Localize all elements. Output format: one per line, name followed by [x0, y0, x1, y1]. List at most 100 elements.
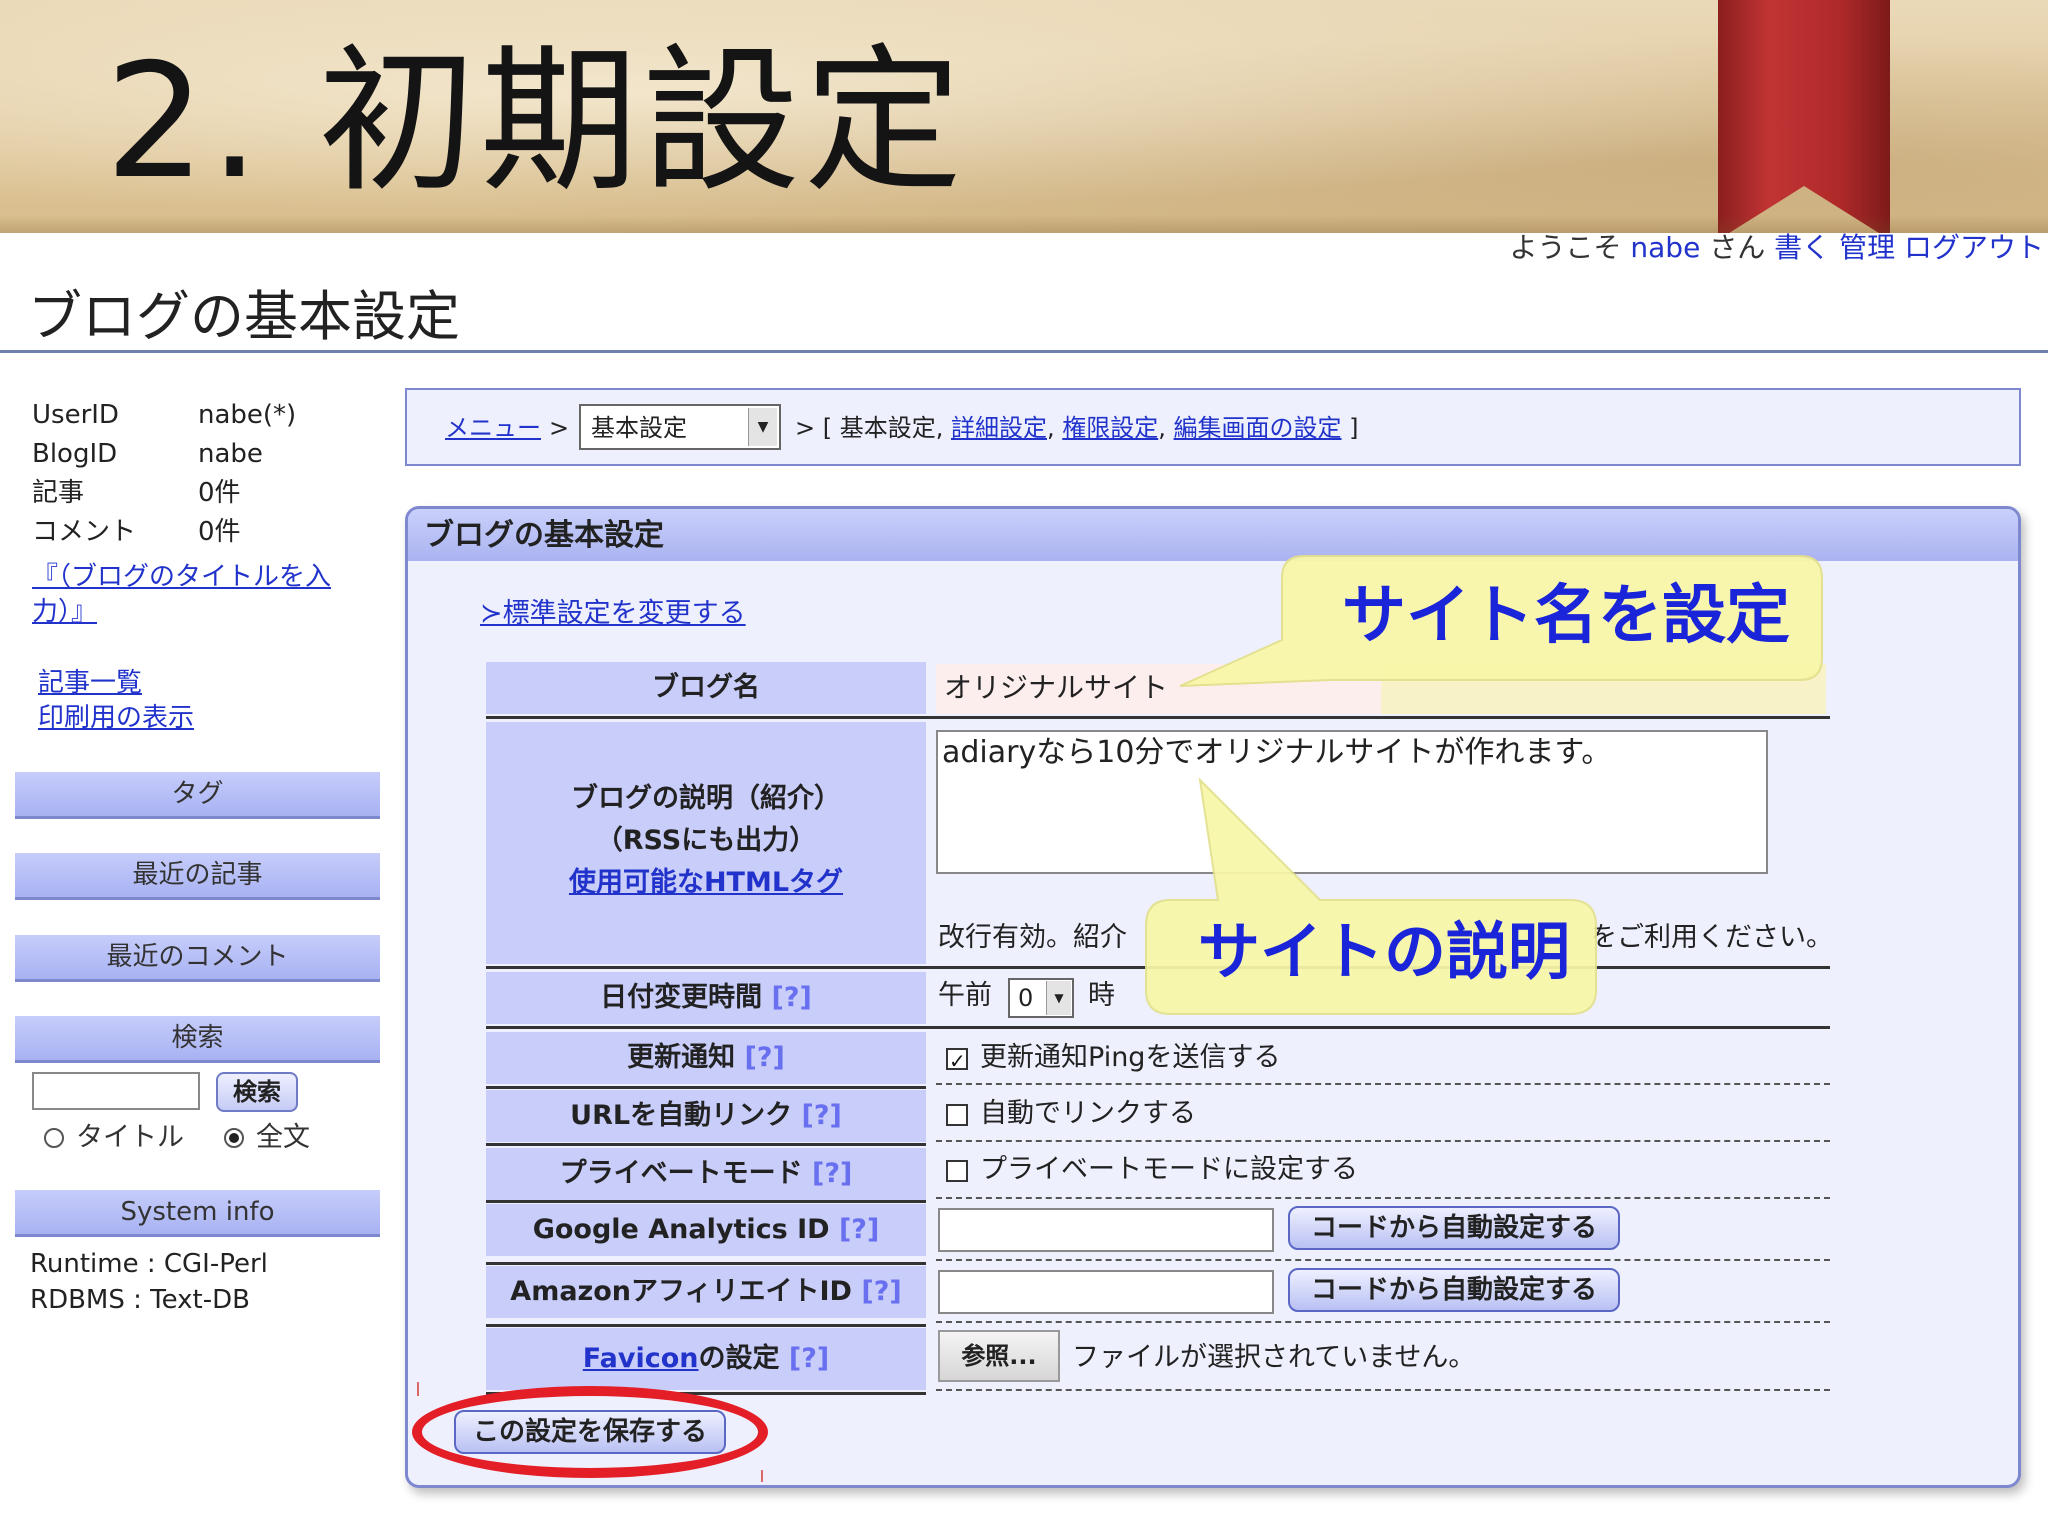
help-link[interactable]: [?]	[772, 982, 812, 1013]
row-divider	[936, 1321, 1830, 1323]
sidebar-links: 記事一覧 印刷用の表示	[38, 666, 194, 736]
blog-name-value: オリジナルサイト	[944, 671, 1169, 704]
label-text: プライベートモード	[559, 1158, 803, 1189]
date-change-suffix: 時	[1088, 980, 1115, 1011]
info-value: nabe(*)	[198, 400, 297, 430]
label-favicon: Faviconの設定 [?]	[486, 1328, 926, 1390]
welcome-bar: ようこそ nabe さん 書く 管理 ログアウト	[1509, 228, 2044, 268]
blog-title-link[interactable]: 『（ブログのタイトルを入力）』	[32, 560, 372, 630]
sidebar-box-system-info: System info	[15, 1190, 380, 1237]
info-key: UserID	[32, 400, 119, 430]
description-note-end: をご利用ください。	[1590, 922, 1833, 953]
analytics-id-input[interactable]	[938, 1208, 1274, 1252]
sidebar-box-recent-comments[interactable]: 最近のコメント	[15, 935, 380, 982]
page-heading: ブログの基本設定	[28, 285, 460, 348]
search-option-title[interactable]: タイトル	[44, 1120, 184, 1156]
row-divider	[936, 1259, 1830, 1261]
row-divider	[486, 1086, 926, 1089]
hour-select[interactable]: 0 ▼	[1008, 978, 1074, 1018]
admin-link[interactable]: 管理	[1839, 231, 1895, 264]
sidebar-box-tags[interactable]: タグ	[15, 772, 380, 819]
breadcrumb-editor-settings[interactable]: 編集画面の設定	[1174, 414, 1342, 442]
help-link[interactable]: [?]	[812, 1158, 852, 1189]
sidebar-box-recent-articles[interactable]: 最近の記事	[15, 853, 380, 900]
favicon-link[interactable]: Favicon	[583, 1343, 699, 1374]
user-link[interactable]: nabe	[1630, 231, 1700, 264]
hour-value: 0	[1018, 984, 1034, 1012]
help-link[interactable]: [?]	[745, 1042, 785, 1073]
heading-divider	[0, 350, 2048, 353]
breadcrumb-detail-settings[interactable]: 詳細設定	[951, 414, 1047, 442]
bookmark-ribbon-icon	[1718, 0, 1890, 233]
breadcrumb-permission-settings[interactable]: 権限設定	[1062, 414, 1158, 442]
row-divider	[936, 1389, 1830, 1391]
analytics-auto-button[interactable]: コードから自動設定する	[1288, 1206, 1620, 1250]
amazon-id-input[interactable]	[938, 1270, 1274, 1314]
slide-title: 2. 初期設定	[105, 30, 966, 214]
help-link[interactable]: [?]	[861, 1276, 901, 1307]
sidebar-box-search: 検索	[15, 1016, 380, 1063]
update-notify-text: 更新通知Pingを送信する	[980, 1042, 1281, 1073]
breadcrumb-close: ]	[1349, 414, 1359, 442]
description-label-line2: （RSSにも出力）	[595, 825, 817, 856]
checkbox-checked-icon[interactable]	[946, 1043, 968, 1079]
amazon-auto-button[interactable]: コードから自動設定する	[1288, 1268, 1620, 1312]
label-text: 日付変更時間	[600, 982, 763, 1013]
row-divider	[486, 1262, 926, 1265]
radio-icon[interactable]	[44, 1128, 64, 1148]
breadcrumb-separator: >	[549, 414, 570, 442]
radio-checked-icon[interactable]	[224, 1128, 244, 1148]
search-option-label: タイトル	[76, 1122, 184, 1153]
browse-button[interactable]: 参照...	[938, 1330, 1060, 1382]
label-private-mode: プライベートモード [?]	[486, 1148, 926, 1200]
checkbox-icon[interactable]	[946, 1159, 968, 1182]
info-row-comments: コメント 0件	[32, 513, 296, 552]
help-link[interactable]: [?]	[801, 1100, 841, 1131]
row-divider	[486, 1026, 1830, 1029]
label-text: の設定	[698, 1343, 780, 1374]
info-row-articles: 記事 0件	[32, 474, 296, 513]
file-status: ファイルが選択されていません。	[1072, 1342, 1476, 1373]
help-link[interactable]: [?]	[789, 1343, 829, 1374]
auto-link-text: 自動でリンクする	[980, 1098, 1196, 1129]
row-divider	[936, 1083, 1830, 1085]
settings-mode-select[interactable]: 基本設定 ▼	[579, 404, 781, 450]
description-textarea[interactable]: adiaryなら10分でオリジナルサイトが作れます。	[936, 730, 1768, 874]
label-text: Google Analytics ID	[532, 1214, 830, 1245]
html-tags-link[interactable]: 使用可能なHTMLタグ	[486, 862, 926, 904]
help-link[interactable]: [?]	[839, 1214, 879, 1245]
label-text: AmazonアフィリエイトID	[510, 1276, 852, 1307]
chevron-down-icon[interactable]: ▼	[748, 408, 777, 446]
info-key: BlogID	[32, 439, 118, 469]
breadcrumb-menu-link[interactable]: メニュー	[445, 412, 541, 444]
sidebar-item-article-list[interactable]: 記事一覧	[38, 666, 194, 701]
system-info-rdbms: RDBMS : Text-DB	[30, 1285, 250, 1315]
auto-link-option[interactable]: 自動でリンクする	[938, 1096, 1196, 1132]
breadcrumb: メニュー > 基本設定 ▼ > [ 基本設定, 詳細設定, 権限設定, 編集画面…	[405, 388, 2021, 466]
info-value: 0件	[198, 478, 241, 508]
checkbox-icon[interactable]	[946, 1103, 968, 1126]
settings-mode-value: 基本設定	[591, 414, 687, 442]
search-input[interactable]	[32, 1072, 200, 1110]
label-date-change: 日付変更時間 [?]	[486, 972, 926, 1024]
breadcrumb-current: > [ 基本設定,	[795, 414, 944, 442]
write-link[interactable]: 書く	[1774, 231, 1830, 264]
row-divider	[486, 966, 1830, 969]
sidebar-item-print-view[interactable]: 印刷用の表示	[38, 701, 194, 736]
info-row-userid: UserID nabe(*)	[32, 396, 296, 435]
private-mode-option[interactable]: プライベートモードに設定する	[938, 1152, 1358, 1188]
row-divider	[486, 1324, 926, 1327]
change-defaults-link[interactable]: ≻標準設定を変更する	[480, 596, 746, 632]
search-option-fulltext[interactable]: 全文	[224, 1120, 310, 1156]
row-divider	[486, 716, 1830, 719]
private-mode-text: プライベートモードに設定する	[980, 1154, 1358, 1185]
callout-site-name-text: サイト名を設定	[1342, 579, 1790, 653]
logout-link[interactable]: ログアウト	[1904, 231, 2044, 264]
update-notify-option[interactable]: 更新通知Pingを送信する	[938, 1040, 1281, 1079]
label-text: 更新通知	[627, 1042, 736, 1073]
row-divider	[936, 1197, 1830, 1199]
panel-title: ブログの基本設定	[424, 518, 664, 553]
search-button[interactable]: 検索	[216, 1072, 298, 1112]
chevron-down-icon[interactable]: ▼	[1046, 981, 1071, 1015]
blog-name-input[interactable]: オリジナルサイト	[936, 664, 1826, 714]
